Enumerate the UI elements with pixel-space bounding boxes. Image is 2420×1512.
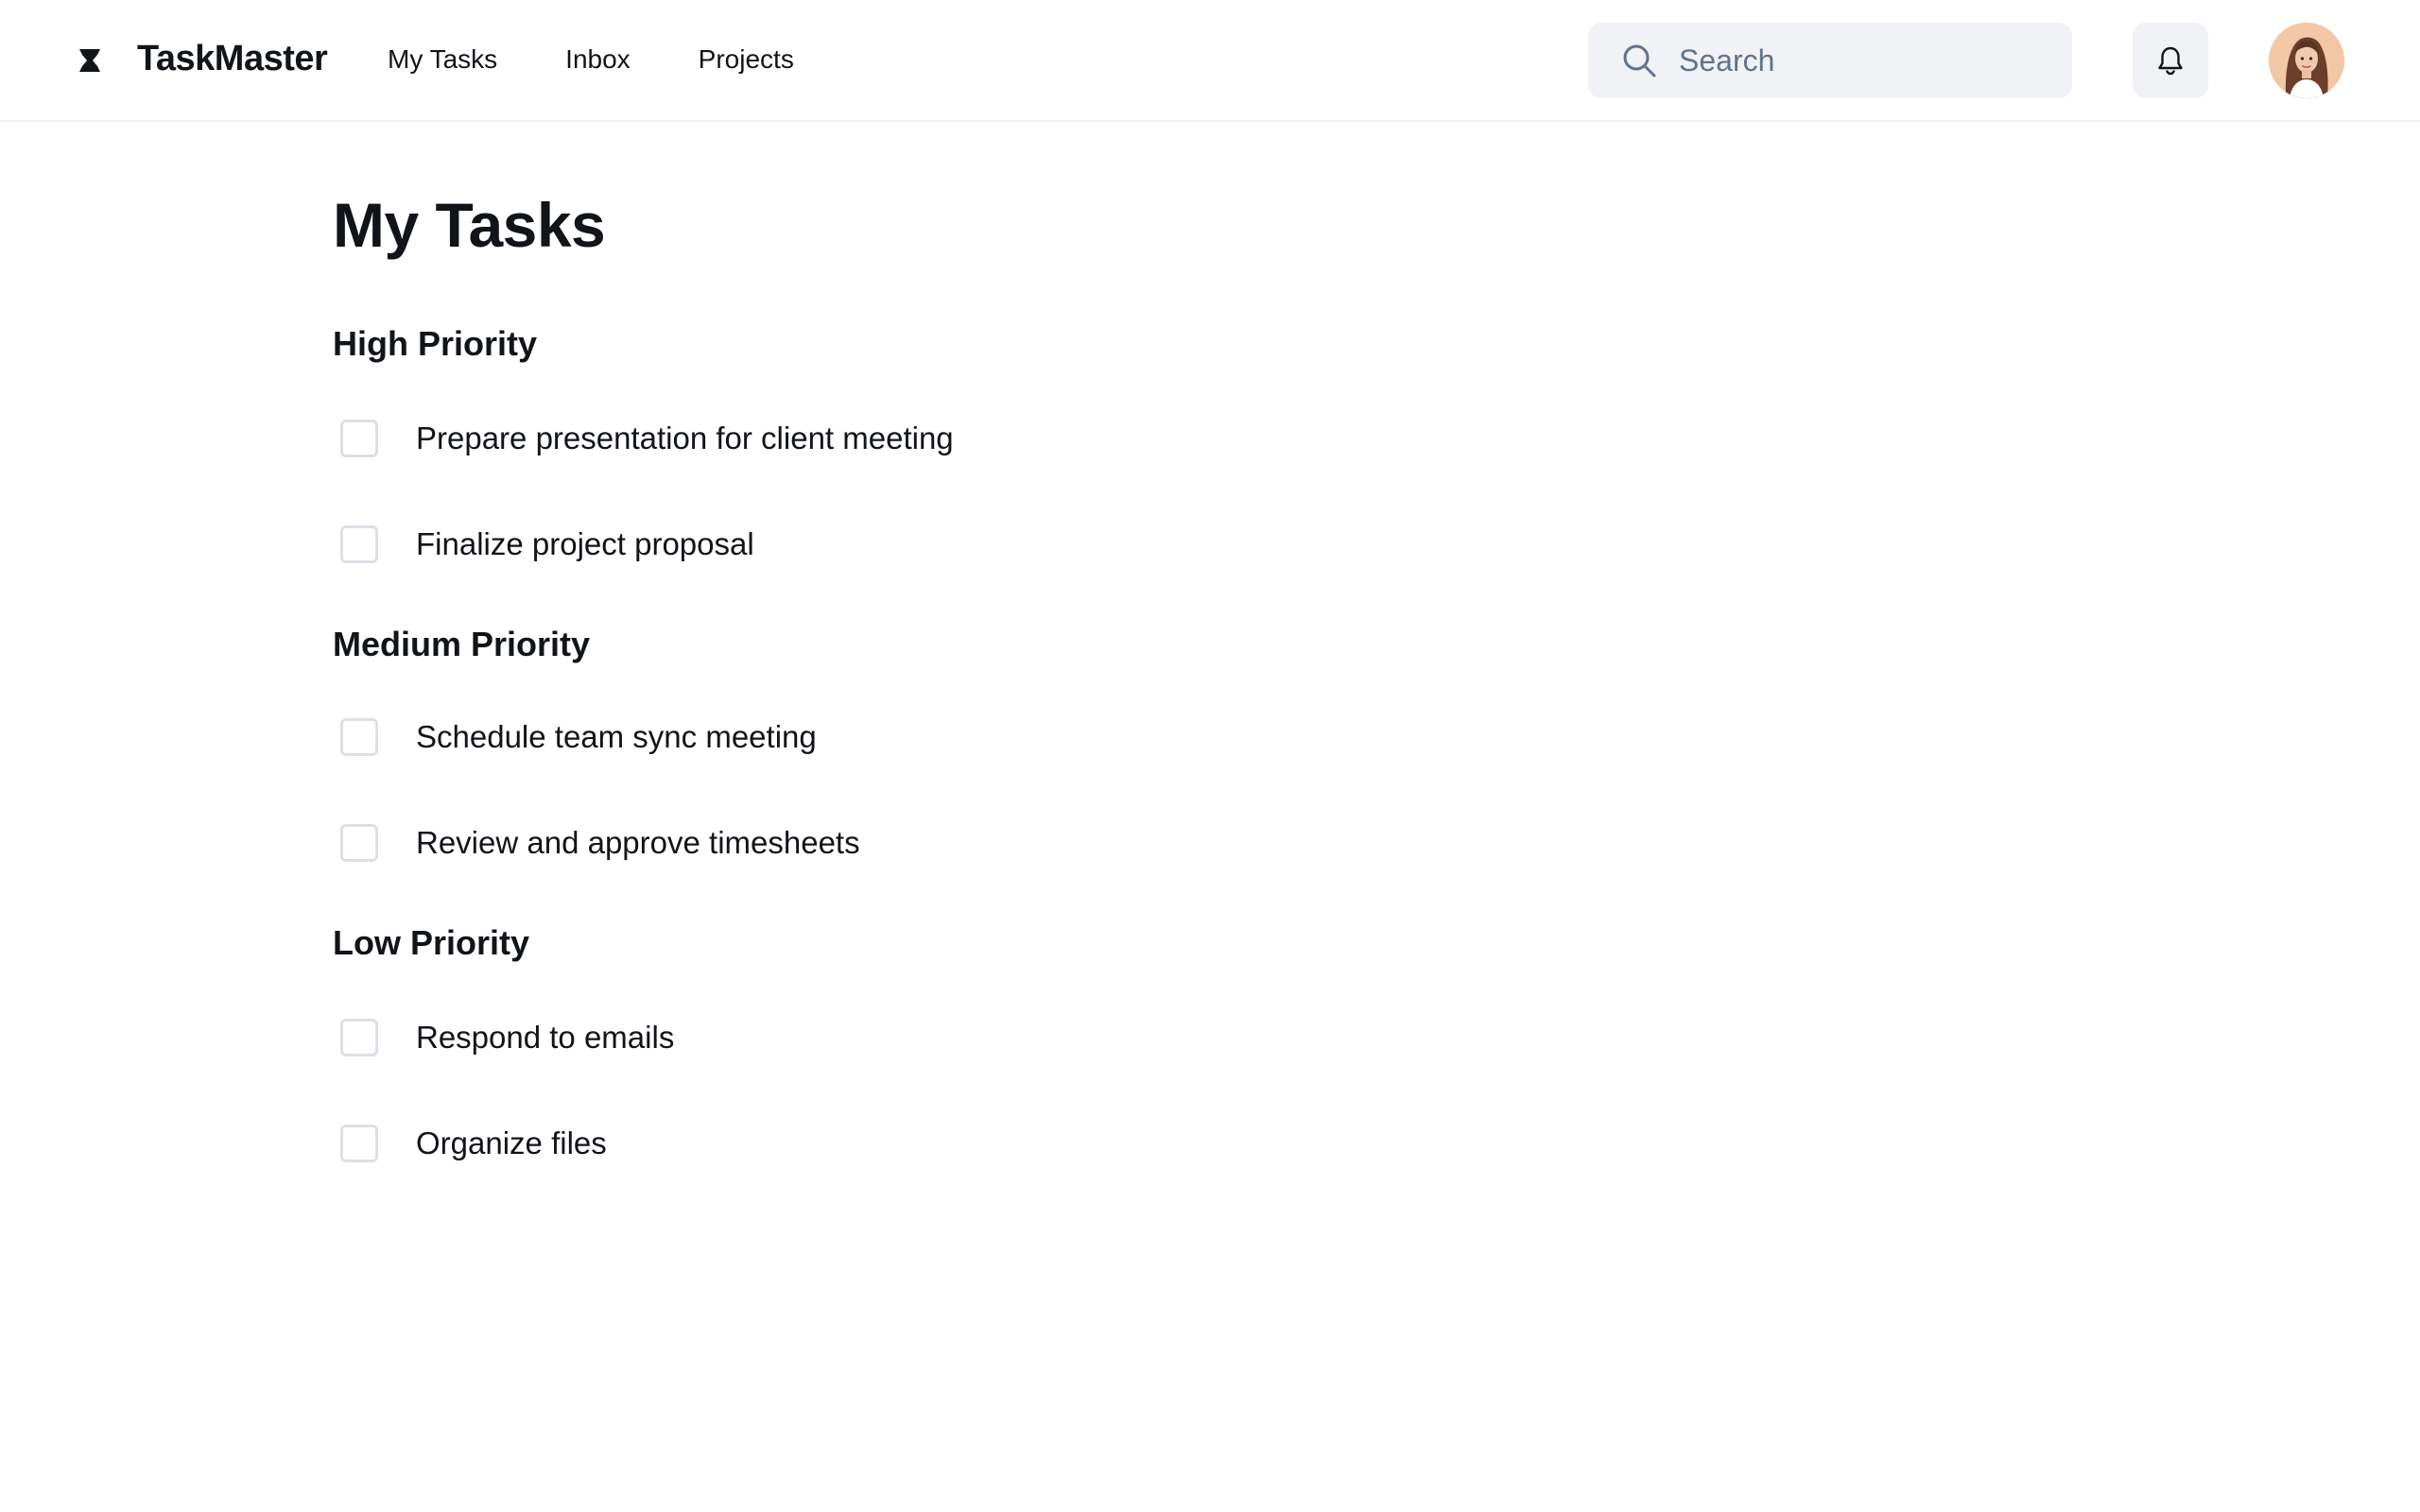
nav-item-my-tasks[interactable]: My Tasks [388, 38, 497, 81]
task-label: Finalize project proposal [416, 526, 754, 561]
task-item[interactable]: Organize files [333, 1115, 607, 1172]
top-navigation-bar: TaskMaster My Tasks Inbox Projects [0, 0, 2420, 122]
task-item[interactable]: Review and approve timesheets [333, 815, 860, 871]
task-checkbox[interactable] [340, 1125, 378, 1162]
section-heading-medium-priority: Medium Priority [333, 625, 591, 663]
search-input[interactable] [1679, 23, 2057, 98]
search-box[interactable] [1588, 23, 2072, 98]
page-title: My Tasks [333, 190, 606, 260]
task-item[interactable]: Prepare presentation for client meeting [333, 410, 954, 467]
hourglass-logo-icon [79, 49, 100, 72]
task-label: Respond to emails [416, 1020, 675, 1055]
search-icon [1623, 44, 1656, 77]
nav-item-inbox[interactable]: Inbox [565, 38, 631, 81]
nav-item-projects[interactable]: Projects [699, 38, 794, 81]
task-checkbox[interactable] [340, 1019, 378, 1057]
task-checkbox[interactable] [340, 718, 378, 756]
task-item[interactable]: Finalize project proposal [333, 516, 754, 573]
main-nav: My Tasks Inbox Projects [388, 38, 862, 81]
task-label: Prepare presentation for client meeting [416, 421, 954, 455]
task-label: Schedule team sync meeting [416, 719, 817, 754]
task-checkbox[interactable] [340, 525, 378, 563]
logo[interactable] [76, 40, 104, 81]
task-checkbox[interactable] [340, 824, 378, 862]
user-avatar[interactable] [2269, 23, 2344, 98]
task-checkbox[interactable] [340, 420, 378, 457]
bell-icon [2158, 46, 2183, 76]
section-heading-low-priority: Low Priority [333, 923, 530, 962]
task-item[interactable]: Schedule team sync meeting [333, 709, 817, 765]
section-heading-high-priority: High Priority [333, 324, 538, 363]
task-label: Organize files [416, 1125, 607, 1160]
notifications-button[interactable] [2133, 23, 2208, 98]
avatar-portrait-icon [2269, 23, 2344, 98]
task-label: Review and approve timesheets [416, 825, 860, 860]
task-item[interactable]: Respond to emails [333, 1009, 674, 1066]
brand-name[interactable]: TaskMaster [137, 34, 328, 83]
